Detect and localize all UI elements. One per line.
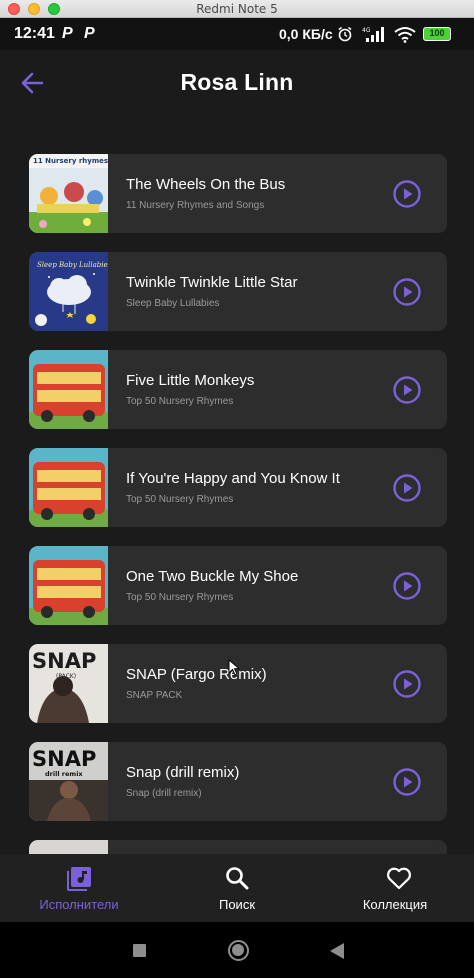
album-cover [29,840,108,854]
window-title-bar: Redmi Note 5 [0,0,474,18]
track-row[interactable]: If You're Happy and You Know It Top 50 N… [29,448,447,527]
track-title: If You're Happy and You Know It [126,470,340,487]
track-title: One Two Buckle My Shoe [126,568,299,585]
play-icon[interactable] [392,473,422,503]
track-title: Twinkle Twinkle Little Star [126,274,298,291]
music-library-icon [67,867,91,891]
track-album: Sleep Baby Lullabies [126,298,220,309]
signal-icon: 4G [362,27,384,42]
track-album: 11 Nursery Rhymes and Songs [126,200,265,211]
nav-item-search[interactable]: Поиск [158,854,316,922]
album-cover: SNAP (PACK) [29,644,108,723]
mouse-cursor-icon [228,659,240,676]
track-row[interactable]: Five Little Monkeys Top 50 Nursery Rhyme… [29,350,447,429]
track-album: Snap (drill remix) [126,788,202,799]
notification-app-icon: P [84,25,95,42]
album-cover [29,546,108,625]
network-type: 4G [362,27,371,34]
play-icon[interactable] [392,767,422,797]
album-cover [29,350,108,429]
system-back-icon[interactable] [330,943,344,959]
cover-text: 11 Nursery rhymes [33,157,108,165]
track-album: Top 50 Nursery Rhymes [126,494,234,505]
window-title: Redmi Note 5 [196,2,278,16]
track-title: Snap (drill remix) [126,764,240,781]
alarm-icon [338,26,352,42]
nav-label: Исполнители [39,897,119,912]
track-row[interactable]: SNAP (PACK) SNAP (Fargo Remix) SNAP PACK [29,644,447,723]
track-row[interactable]: Sleep Baby Lullabies Twinkle Twinkle Lit… [29,252,447,331]
track-album: Top 50 Nursery Rhymes [126,592,234,603]
track-row[interactable]: One Two Buckle My Shoe Top 50 Nursery Rh… [29,546,447,625]
nav-label: Коллекция [362,897,428,912]
track-title: SNAP (Fargo Remix) [126,666,267,683]
album-cover [29,448,108,527]
recent-apps-icon[interactable] [133,944,146,957]
play-icon[interactable] [392,375,422,405]
battery-icon: 100 [423,27,451,41]
nav-item-collection[interactable]: Коллекция [316,854,474,922]
track-row[interactable]: SNAP drill remix Snap (drill remix) Snap… [29,742,447,821]
wifi-icon [394,27,416,43]
track-album: Top 50 Nursery Rhymes [126,396,234,407]
track-album: SNAP PACK [126,690,183,701]
play-icon[interactable] [392,669,422,699]
page-title: Rosa Linn [180,69,294,95]
album-cover: 11 Nursery rhymes [29,154,108,233]
cover-text: SNAP [32,747,96,771]
status-time: 12:41 [14,25,55,42]
cover-text: Sleep Baby Lullabies [37,261,108,269]
album-cover: Sleep Baby Lullabies [29,252,108,331]
track-row[interactable] [29,840,447,854]
status-bar: 12:41 P P 0,0 КБ/с 4G 100 [0,18,474,50]
home-icon[interactable] [228,940,249,961]
track-title: The Wheels On the Bus [126,176,286,193]
play-icon[interactable] [392,179,422,209]
track-list[interactable]: 11 Nursery rhymes The Wheels On the Bus … [0,120,474,854]
system-navigation-bar [0,922,474,978]
nav-label: Поиск [218,897,256,912]
play-icon[interactable] [392,277,422,307]
notification-app-icon: P [62,25,73,42]
cover-text: SNAP [32,649,96,673]
heart-icon [387,867,411,890]
network-speed: 0,0 КБ/с [279,26,333,42]
cover-subtext: drill remix [45,770,83,778]
track-row[interactable]: 11 Nursery rhymes The Wheels On the Bus … [29,154,447,233]
track-title: Five Little Monkeys [126,372,255,389]
play-icon[interactable] [392,571,422,601]
search-icon [226,867,249,890]
bottom-navigation: Исполнители Поиск Коллекция [0,854,474,922]
app-header: Rosa Linn [0,50,474,120]
nav-item-artists[interactable]: Исполнители [0,854,158,922]
album-cover: SNAP drill remix [29,742,108,821]
